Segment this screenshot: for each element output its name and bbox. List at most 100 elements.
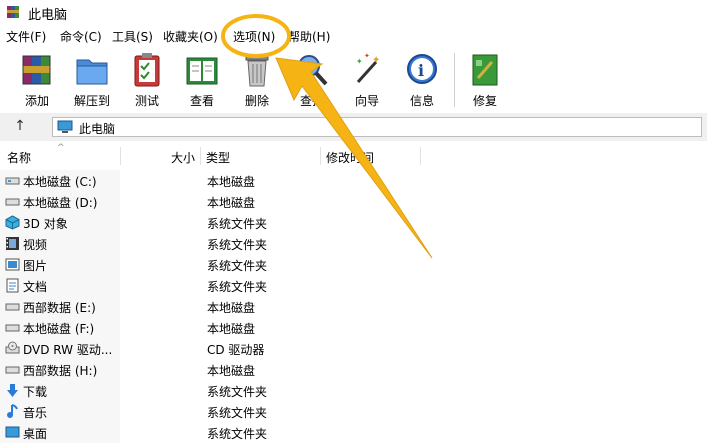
drive-icon	[5, 366, 20, 374]
menu-options[interactable]: 选项(N)	[233, 28, 275, 45]
extract-folder-icon	[76, 59, 108, 85]
find-button[interactable]: 查找	[287, 52, 337, 110]
list-item[interactable]: 本地磁盘 (D:) 本地磁盘	[0, 191, 707, 212]
file-name: 下载	[23, 385, 48, 399]
drive-icon	[5, 303, 20, 311]
wizard-button[interactable]: ✦ ✦ ✦ 向导	[342, 52, 392, 110]
find-label: 查找	[299, 94, 324, 108]
view-label: 查看	[189, 94, 214, 108]
test-clipboard-icon	[134, 53, 160, 87]
sort-up-icon: ^	[57, 143, 65, 153]
list-item[interactable]: 桌面 系统文件夹	[0, 422, 707, 443]
file-name: 本地磁盘 (F:)	[23, 322, 95, 336]
file-type: 本地磁盘	[207, 196, 256, 210]
column-divider[interactable]	[320, 147, 321, 165]
menu-help[interactable]: 帮助(H)	[288, 28, 330, 45]
list-item[interactable]: 本地磁盘 (C:) 本地磁盘	[0, 170, 707, 191]
title-bar: 此电脑	[0, 0, 707, 24]
file-name: 西部数据 (H:)	[23, 364, 98, 378]
picture-icon	[5, 258, 20, 271]
file-type: CD 驱动器	[207, 343, 265, 357]
menu-command[interactable]: 命令(C)	[60, 28, 102, 45]
list-item[interactable]: 3D 对象 系统文件夹	[0, 212, 707, 233]
file-name: 桌面	[23, 427, 48, 441]
list-item[interactable]: 图片 系统文件夹	[0, 254, 707, 275]
file-type: 系统文件夹	[207, 406, 268, 420]
view-button[interactable]: 查看	[177, 52, 227, 110]
delete-button[interactable]: 删除	[232, 52, 282, 110]
add-archive-icon	[22, 55, 51, 85]
menu-bar: 文件(F) 命令(C) 工具(S) 收藏夹(O) 选项(N) 帮助(H)	[0, 25, 707, 47]
up-arrow-icon[interactable]: ↑	[10, 118, 30, 136]
list-item[interactable]: 文档 系统文件夹	[0, 275, 707, 296]
file-name: DVD RW 驱动...	[23, 343, 113, 357]
file-type: 系统文件夹	[207, 280, 268, 294]
magnifier-icon	[298, 55, 328, 86]
file-name: 3D 对象	[23, 217, 68, 231]
file-name: 西部数据 (E:)	[23, 301, 96, 315]
document-icon	[6, 278, 19, 293]
menu-tools[interactable]: 工具(S)	[112, 28, 153, 45]
window-title: 此电脑	[28, 8, 68, 23]
add-button[interactable]: 添加	[12, 52, 62, 110]
file-type: 本地磁盘	[207, 301, 256, 315]
toolbar-separator	[454, 53, 455, 107]
list-item[interactable]: 视频 系统文件夹	[0, 233, 707, 254]
winrar-app-icon	[7, 6, 19, 18]
column-name[interactable]: 名称	[7, 149, 31, 166]
file-type: 本地磁盘	[207, 364, 256, 378]
menu-file[interactable]: 文件(F)	[6, 28, 46, 45]
info-icon: i	[407, 54, 437, 84]
extract-to-button[interactable]: 解压到	[67, 52, 117, 110]
svg-text:✦: ✦	[364, 52, 370, 60]
wizard-label: 向导	[354, 94, 379, 108]
file-type: 系统文件夹	[207, 427, 268, 441]
3d-objects-icon	[5, 215, 20, 230]
repair-book-icon	[472, 54, 498, 86]
repair-button[interactable]: 修复	[460, 52, 510, 110]
address-bar: ↑ 此电脑	[0, 113, 707, 141]
desktop-icon	[5, 426, 20, 438]
extract-to-label: 解压到	[73, 94, 110, 108]
info-button[interactable]: i 信息	[397, 52, 447, 110]
view-book-icon	[186, 57, 218, 85]
file-name: 文档	[23, 280, 48, 294]
drive-icon	[5, 177, 20, 185]
dvd-icon	[5, 341, 20, 354]
list-item[interactable]: 音乐 系统文件夹	[0, 401, 707, 422]
column-divider[interactable]	[200, 147, 201, 165]
path-field[interactable]: 此电脑	[52, 117, 702, 137]
test-button[interactable]: 测试	[122, 52, 172, 110]
list-item[interactable]: 西部数据 (H:) 本地磁盘	[0, 359, 707, 380]
repair-label: 修复	[472, 94, 497, 108]
menu-favorites[interactable]: 收藏夹(O)	[163, 28, 218, 45]
column-modified[interactable]: 修改时间	[326, 149, 374, 166]
column-divider[interactable]	[420, 147, 421, 165]
test-label: 测试	[134, 94, 159, 108]
file-name: 图片	[23, 259, 48, 273]
file-name: 视频	[23, 238, 48, 252]
file-type: 系统文件夹	[207, 259, 268, 273]
svg-text:✦: ✦	[372, 55, 380, 66]
column-type[interactable]: 类型	[206, 149, 230, 166]
list-item[interactable]: 西部数据 (E:) 本地磁盘	[0, 296, 707, 317]
video-icon	[6, 237, 19, 250]
drive-icon	[5, 324, 20, 332]
download-icon	[7, 384, 18, 397]
file-name: 音乐	[23, 406, 48, 420]
delete-label: 删除	[244, 94, 269, 108]
toolbar: 添加 解压到 测试 查看 删除 查找 ✦ ✦ ✦ 向导 i 信息 修复	[0, 47, 707, 113]
music-icon	[7, 404, 18, 418]
list-item[interactable]: DVD RW 驱动... CD 驱动器	[0, 338, 707, 359]
trash-icon	[245, 55, 269, 87]
column-header-row: ^ 名称 大小 类型 修改时间	[0, 143, 707, 167]
list-item[interactable]: 本地磁盘 (F:) 本地磁盘	[0, 317, 707, 338]
column-size[interactable]: 大小	[171, 149, 195, 166]
info-label: 信息	[409, 94, 434, 108]
column-divider[interactable]	[120, 147, 121, 165]
drive-icon	[5, 198, 20, 206]
file-name: 本地磁盘 (C:)	[23, 175, 97, 189]
list-item[interactable]: 下载 系统文件夹	[0, 380, 707, 401]
file-type: 本地磁盘	[207, 175, 256, 189]
svg-text:✦: ✦	[356, 57, 363, 66]
